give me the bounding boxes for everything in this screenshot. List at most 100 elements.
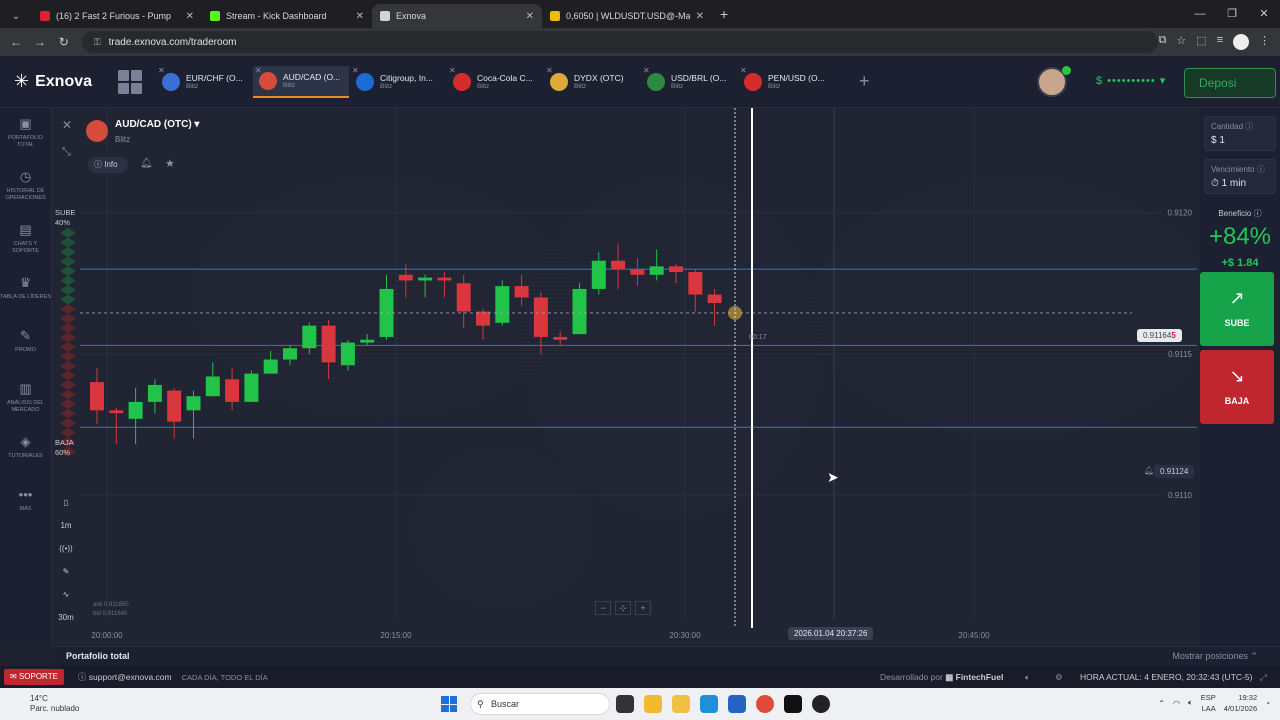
weather-widget[interactable]: 14°C Parc. nublado [30,694,79,714]
apps-grid-icon[interactable] [118,69,142,94]
profile-avatar[interactable] [1233,34,1249,50]
browser-tab[interactable]: Exnova ✕ [372,4,542,28]
portfolio-label[interactable]: Portafolio total [66,651,130,661]
timeframe-1m[interactable]: 1m [54,514,78,537]
tab-search-icon[interactable]: ⌄ [4,4,28,28]
support-email[interactable]: ⓘ support@exnova.com [78,671,172,683]
close-chart-icon[interactable]: ✕ [62,118,72,132]
zoom-reset-icon[interactable]: ⊹ [615,601,631,615]
edge-icon[interactable] [700,695,718,713]
sidebar-item[interactable]: ♛ TABLA DE LÍDERES [0,267,51,320]
tray-clock[interactable]: 19:32 4/01/2026 [1224,692,1257,714]
task-view-icon[interactable] [616,695,634,713]
support-button[interactable]: ✉ SOPORTE [4,669,64,685]
close-asset-icon[interactable]: ✕ [158,66,165,75]
install-app-icon[interactable]: ⧉ [1158,34,1166,50]
address-bar[interactable]: ⚿ trade.exnova.com/traderoom [81,31,1159,53]
close-asset-icon[interactable]: ✕ [643,66,650,75]
alert-bell-icon[interactable]: 🔔︎ [140,158,153,169]
fullscreen-icon[interactable]: ⤢ [1260,672,1267,683]
reload-button[interactable]: ↻ [52,35,76,49]
close-tab-icon[interactable]: ✕ [696,11,704,22]
back-button[interactable]: ← [4,35,28,49]
sidebar-item[interactable]: ▥ ANÁLISIS DEL MERCADO [0,373,51,426]
sell-down-button[interactable]: ↘ BAJA [1200,350,1274,424]
exnova-logo[interactable]: ✳ Exnova [14,71,114,92]
close-asset-icon[interactable]: ✕ [352,66,359,75]
browser-tab[interactable]: 0,6050 | WLDUSDT.USD@-Marg ✕ [542,4,712,28]
sidebar-item[interactable]: ◷ HISTORIAL DE OPERACIONES [0,161,51,214]
close-tab-icon[interactable]: ✕ [526,11,534,22]
close-window-button[interactable]: ✕ [1248,0,1280,28]
trading-chart[interactable]: 0.9120 0.9115 0.9110 20:00:00 20:15:00 20:30:… [52,108,1200,646]
app-icon[interactable] [812,695,830,713]
settings-gear-icon[interactable]: ⚙ [1055,672,1063,683]
zoom-out-button[interactable]: − [595,601,611,615]
browser-tab[interactable]: Stream - Kick Dashboard ✕ [202,4,372,28]
balance-display[interactable]: $ •••••••••• ▾ [1096,74,1166,87]
sound-icon[interactable]: 🔈︎ [1025,672,1030,683]
language-indicator[interactable]: ESP LAA [1201,692,1216,714]
drawing-tool-icon[interactable]: ✎ [54,560,78,583]
timeframe-30m[interactable]: 30m [54,606,78,629]
copilot-icon[interactable] [644,695,662,713]
asset-tab[interactable]: ✕ Citigroup, In... Blitz [350,66,446,98]
zoom-in-button[interactable]: + [635,601,651,615]
minimize-button[interactable]: — [1184,0,1216,28]
favorite-star-icon[interactable]: ★ [165,157,175,170]
close-asset-icon[interactable]: ✕ [255,66,262,75]
expiry-field[interactable]: Vencimiento ⓘ ⏱ 1 min [1204,159,1276,194]
asset-tab[interactable]: ✕ PEN/USD (O... Blitz [738,66,834,98]
asset-tab[interactable]: ✕ AUD/CAD (O... Blitz [253,65,349,98]
sidebar-item[interactable]: ▣ PORTAFOLIO TOTAL [0,108,51,161]
asset-tab[interactable]: ✕ USD/BRL (O... Blitz [641,66,737,98]
volume-icon[interactable]: 🔈︎ [1188,698,1193,708]
media-control-icon[interactable]: ≡ [1217,34,1223,50]
amount-value[interactable]: $ 1 [1211,135,1269,146]
browser-menu-icon[interactable]: ⋮ [1259,34,1270,50]
site-info-icon[interactable]: ⚿ [94,37,101,48]
windows-start-icon[interactable] [441,696,457,712]
expiry-value[interactable]: 1 min [1222,178,1246,189]
deposit-button[interactable]: Deposi [1184,68,1276,98]
notifications-icon[interactable]: ◔ [1265,699,1270,708]
close-asset-icon[interactable]: ✕ [546,66,553,75]
chrome-icon[interactable] [756,695,774,713]
store-icon[interactable] [728,695,746,713]
close-tab-icon[interactable]: ✕ [186,11,194,22]
alert-price-tag[interactable]: 0.91124 [1154,465,1195,478]
amount-field[interactable]: Cantidad ⓘ $ 1 [1204,116,1276,151]
sidebar-item[interactable]: ••• MÁS [0,479,51,532]
chart-type-icon[interactable]: ▯ [54,491,78,514]
tray-chevron-icon[interactable]: ⌃ [1158,699,1165,708]
extensions-icon[interactable]: ⬚ [1196,34,1206,50]
browser-tab[interactable]: (16) 2 Fast 2 Furious - Pump ✕ [32,4,202,28]
show-positions-button[interactable]: Mostrar posiciones ⌃ [1172,651,1258,662]
buy-up-button[interactable]: ↗ SUBE [1200,272,1274,346]
sidebar-item[interactable]: ◈ TUTORIALES [0,426,51,479]
sidebar-item[interactable]: ▤ CHATS Y SOPORTE [0,214,51,267]
line-tool-icon[interactable]: ∿ [54,583,78,606]
sidebar-item[interactable]: ✎ PROMO [0,320,51,373]
add-asset-button[interactable]: + [859,71,870,92]
close-tab-icon[interactable]: ✕ [356,11,364,22]
info-button[interactable]: ⓘ Info [88,157,128,173]
collapse-icon[interactable]: ⤡ [62,146,71,159]
asset-selector[interactable]: AUD/CAD (OTC) ▾ [115,119,199,130]
new-tab-button[interactable]: + [720,6,728,22]
alert-line-bell-icon[interactable]: 🔔︎ [1144,466,1154,475]
candlestick-chart[interactable]: 0.9120 0.9115 0.9110 20:00:00 20:15:00 20:30:… [52,108,1200,646]
forward-button[interactable]: → [28,35,52,49]
wifi-icon[interactable]: ◠ [1173,699,1180,708]
bookmark-star-icon[interactable]: ☆ [1176,34,1186,50]
asset-tab[interactable]: ✕ EUR/CHF (O... Blitz [156,66,252,98]
maximize-button[interactable]: ❐ [1216,0,1248,28]
tiktok-icon[interactable] [784,695,802,713]
asset-tab[interactable]: ✕ DYDX (OTC) Blitz [544,66,640,98]
indicators-icon[interactable]: ((•)) [54,537,78,560]
taskbar-search[interactable]: ⚲ Buscar [470,693,610,715]
asset-tab[interactable]: ✕ Coca-Cola C... Blitz [447,66,543,98]
file-explorer-icon[interactable] [672,695,690,713]
close-asset-icon[interactable]: ✕ [740,66,747,75]
close-asset-icon[interactable]: ✕ [449,66,456,75]
